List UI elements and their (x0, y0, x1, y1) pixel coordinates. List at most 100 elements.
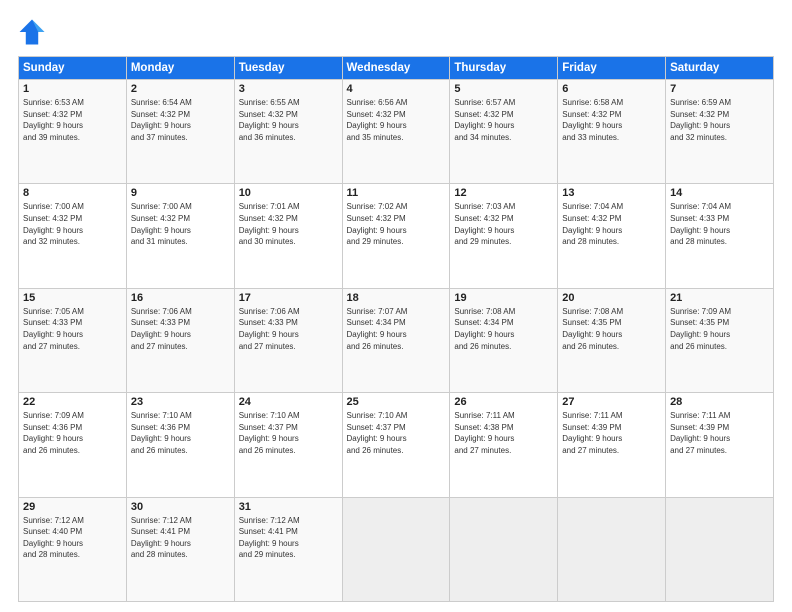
day-number: 11 (347, 187, 446, 199)
day-info: Sunrise: 6:59 AM Sunset: 4:32 PM Dayligh… (670, 97, 769, 143)
day-info: Sunrise: 7:08 AM Sunset: 4:35 PM Dayligh… (562, 306, 661, 352)
day-info: Sunrise: 7:06 AM Sunset: 4:33 PM Dayligh… (131, 306, 230, 352)
calendar-cell: 24Sunrise: 7:10 AM Sunset: 4:37 PM Dayli… (234, 393, 342, 497)
calendar-week-5: 29 Sunrise: 7:12 AM Sunset: 4:40 PM Dayli… (19, 497, 774, 601)
day-info: Sunrise: 7:07 AM Sunset: 4:34 PM Dayligh… (347, 306, 446, 352)
calendar-cell: 20 Sunrise: 7:08 AM Sunset: 4:35 PM Dayli… (558, 288, 666, 392)
day-number: 10 (239, 187, 338, 199)
day-number: 4 (347, 83, 446, 95)
day-number: 20 (562, 292, 661, 304)
day-info: Sunrise: 7:12 AM Sunset: 4:41 PM Dayligh… (131, 515, 230, 561)
col-header-saturday: Saturday (666, 57, 774, 80)
day-info: Sunrise: 7:06 AM Sunset: 4:33 PM Dayligh… (239, 306, 338, 352)
day-number: 17 (239, 292, 338, 304)
col-header-wednesday: Wednesday (342, 57, 450, 80)
day-info: Sunrise: 7:10 AM Sunset: 4:37 PM Dayligh… (239, 410, 338, 456)
day-info: Sunrise: 7:03 AM Sunset: 4:32 PM Dayligh… (454, 201, 553, 247)
day-number: 29 (23, 501, 122, 513)
day-number: 1 (23, 83, 122, 95)
calendar-cell: 4 Sunrise: 6:56 AM Sunset: 4:32 PM Daylig… (342, 80, 450, 184)
day-number: 28 (670, 396, 769, 408)
day-info: Sunrise: 7:10 AM Sunset: 4:37 PM Dayligh… (347, 410, 446, 456)
col-header-tuesday: Tuesday (234, 57, 342, 80)
calendar-week-1: 1 Sunrise: 6:53 AM Sunset: 4:32 PM Daylig… (19, 80, 774, 184)
day-info: Sunrise: 6:58 AM Sunset: 4:32 PM Dayligh… (562, 97, 661, 143)
calendar-cell: 3 Sunrise: 6:55 AM Sunset: 4:32 PM Daylig… (234, 80, 342, 184)
calendar-cell: 8 Sunrise: 7:00 AM Sunset: 4:32 PM Daylig… (19, 184, 127, 288)
day-info: Sunrise: 6:57 AM Sunset: 4:32 PM Dayligh… (454, 97, 553, 143)
calendar-cell: 19 Sunrise: 7:08 AM Sunset: 4:34 PM Dayli… (450, 288, 558, 392)
day-info: Sunrise: 7:09 AM Sunset: 4:36 PM Dayligh… (23, 410, 122, 456)
day-number: 19 (454, 292, 553, 304)
calendar-cell: 1 Sunrise: 6:53 AM Sunset: 4:32 PM Daylig… (19, 80, 127, 184)
day-info: Sunrise: 7:00 AM Sunset: 4:32 PM Dayligh… (131, 201, 230, 247)
day-info: Sunrise: 6:55 AM Sunset: 4:32 PM Dayligh… (239, 97, 338, 143)
calendar-cell: 10 Sunrise: 7:01 AM Sunset: 4:32 PM Dayli… (234, 184, 342, 288)
day-number: 30 (131, 501, 230, 513)
day-info: Sunrise: 7:04 AM Sunset: 4:32 PM Dayligh… (562, 201, 661, 247)
day-number: 9 (131, 187, 230, 199)
calendar-cell: 7 Sunrise: 6:59 AM Sunset: 4:32 PM Daylig… (666, 80, 774, 184)
calendar-cell: 2 Sunrise: 6:54 AM Sunset: 4:32 PM Daylig… (126, 80, 234, 184)
calendar-cell: 30 Sunrise: 7:12 AM Sunset: 4:41 PM Dayli… (126, 497, 234, 601)
day-info: Sunrise: 7:08 AM Sunset: 4:34 PM Dayligh… (454, 306, 553, 352)
calendar-cell: 22 Sunrise: 7:09 AM Sunset: 4:36 PM Dayli… (19, 393, 127, 497)
calendar-cell: 27 Sunrise: 7:11 AM Sunset: 4:39 PM Dayli… (558, 393, 666, 497)
day-number: 8 (23, 187, 122, 199)
day-number: 22 (23, 396, 122, 408)
calendar-week-2: 8 Sunrise: 7:00 AM Sunset: 4:32 PM Daylig… (19, 184, 774, 288)
day-number: 7 (670, 83, 769, 95)
calendar-header-row: SundayMondayTuesdayWednesdayThursdayFrid… (19, 57, 774, 80)
day-number: 16 (131, 292, 230, 304)
calendar-cell: 17 Sunrise: 7:06 AM Sunset: 4:33 PM Dayli… (234, 288, 342, 392)
day-info: Sunrise: 6:53 AM Sunset: 4:32 PM Dayligh… (23, 97, 122, 143)
day-info: Sunrise: 7:00 AM Sunset: 4:32 PM Dayligh… (23, 201, 122, 247)
day-number: 25 (347, 396, 446, 408)
col-header-friday: Friday (558, 57, 666, 80)
day-number: 23 (131, 396, 230, 408)
col-header-sunday: Sunday (19, 57, 127, 80)
calendar-cell: 31Sunrise: 7:12 AM Sunset: 4:41 PM Dayli… (234, 497, 342, 601)
day-info: Sunrise: 7:12 AM Sunset: 4:41 PM Dayligh… (239, 515, 338, 561)
day-number: 15 (23, 292, 122, 304)
calendar-cell: 13 Sunrise: 7:04 AM Sunset: 4:32 PM Dayli… (558, 184, 666, 288)
calendar-cell: 15 Sunrise: 7:05 AM Sunset: 4:33 PM Dayli… (19, 288, 127, 392)
day-number: 12 (454, 187, 553, 199)
day-number: 18 (347, 292, 446, 304)
day-info: Sunrise: 7:11 AM Sunset: 4:38 PM Dayligh… (454, 410, 553, 456)
header (18, 18, 774, 46)
day-number: 5 (454, 83, 553, 95)
day-info: Sunrise: 7:10 AM Sunset: 4:36 PM Dayligh… (131, 410, 230, 456)
day-info: Sunrise: 7:01 AM Sunset: 4:32 PM Dayligh… (239, 201, 338, 247)
day-number: 27 (562, 396, 661, 408)
calendar-cell (450, 497, 558, 601)
calendar-cell: 11 Sunrise: 7:02 AM Sunset: 4:32 PM Dayli… (342, 184, 450, 288)
day-info: Sunrise: 7:02 AM Sunset: 4:32 PM Dayligh… (347, 201, 446, 247)
calendar-cell: 18 Sunrise: 7:07 AM Sunset: 4:34 PM Dayli… (342, 288, 450, 392)
calendar: SundayMondayTuesdayWednesdayThursdayFrid… (18, 56, 774, 602)
calendar-week-3: 15 Sunrise: 7:05 AM Sunset: 4:33 PM Dayli… (19, 288, 774, 392)
calendar-cell: 21Sunrise: 7:09 AM Sunset: 4:35 PM Dayli… (666, 288, 774, 392)
calendar-week-4: 22 Sunrise: 7:09 AM Sunset: 4:36 PM Dayli… (19, 393, 774, 497)
calendar-cell: 9 Sunrise: 7:00 AM Sunset: 4:32 PM Daylig… (126, 184, 234, 288)
calendar-cell: 12 Sunrise: 7:03 AM Sunset: 4:32 PM Dayli… (450, 184, 558, 288)
day-number: 21 (670, 292, 769, 304)
page: SundayMondayTuesdayWednesdayThursdayFrid… (0, 0, 792, 612)
day-number: 2 (131, 83, 230, 95)
day-info: Sunrise: 6:56 AM Sunset: 4:32 PM Dayligh… (347, 97, 446, 143)
calendar-cell (558, 497, 666, 601)
day-number: 13 (562, 187, 661, 199)
logo-icon (18, 18, 46, 46)
calendar-cell: 23 Sunrise: 7:10 AM Sunset: 4:36 PM Dayli… (126, 393, 234, 497)
day-info: Sunrise: 7:11 AM Sunset: 4:39 PM Dayligh… (670, 410, 769, 456)
day-number: 3 (239, 83, 338, 95)
day-info: Sunrise: 7:05 AM Sunset: 4:33 PM Dayligh… (23, 306, 122, 352)
col-header-monday: Monday (126, 57, 234, 80)
day-info: Sunrise: 6:54 AM Sunset: 4:32 PM Dayligh… (131, 97, 230, 143)
calendar-cell: 26Sunrise: 7:11 AM Sunset: 4:38 PM Dayli… (450, 393, 558, 497)
day-number: 14 (670, 187, 769, 199)
calendar-cell: 5 Sunrise: 6:57 AM Sunset: 4:32 PM Daylig… (450, 80, 558, 184)
logo (18, 18, 50, 46)
day-info: Sunrise: 7:12 AM Sunset: 4:40 PM Dayligh… (23, 515, 122, 561)
day-info: Sunrise: 7:11 AM Sunset: 4:39 PM Dayligh… (562, 410, 661, 456)
